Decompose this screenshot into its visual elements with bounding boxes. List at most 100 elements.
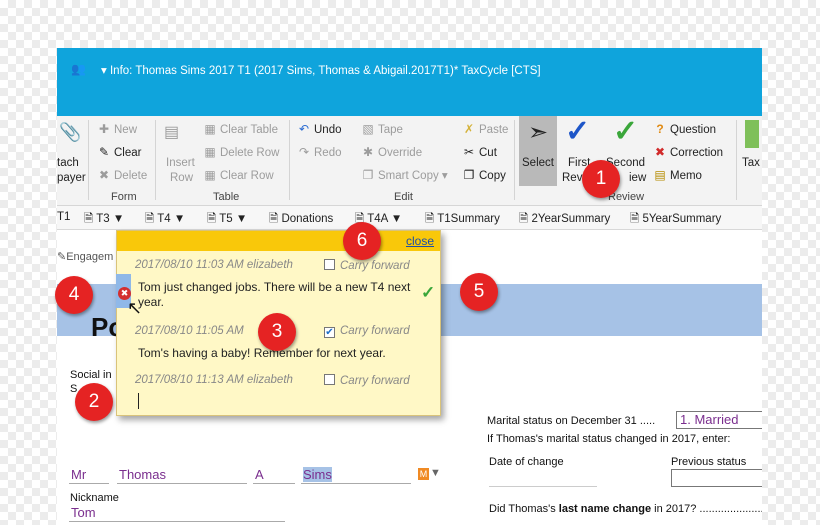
doc-icon: 🗎 [630,213,640,225]
undo-button[interactable]: ↶ Undo [297,122,342,136]
callout-5: 5 [460,273,498,311]
doc-icon: 🗎 [269,213,279,225]
engagement-link[interactable]: ✎Engagem [57,250,113,263]
last-name-change-question: Did Thomas's last name change in 2017? .… [489,503,762,515]
previous-status-field[interactable] [671,469,762,487]
clear-table-button[interactable]: ▦ Clear Table [203,122,278,136]
redo-button[interactable]: ↷ Redo [297,145,342,159]
memo-entry-1-text[interactable]: Tom just changed jobs. There will be a n… [138,280,428,310]
tab-t5[interactable]: 🗎 T5 ▼ [207,211,247,230]
memo-header [117,231,440,251]
callout-2: 2 [75,383,113,421]
correction-button[interactable]: ✖ Correction [653,145,723,159]
tab-2yearsummary[interactable]: 🗎 2YearSummary [519,211,610,230]
delete-row-icon: ▦ [204,145,216,159]
memo-entry-3-carry-forward[interactable]: Carry forward [324,374,410,387]
memo-close-link[interactable]: close [406,234,434,248]
cut-button[interactable]: ✂ Cut [462,145,497,159]
memo-entry-2-carry-forward[interactable]: ✔ Carry forward [324,325,410,338]
initial-field[interactable]: A [253,467,295,484]
override-button[interactable]: ✱ Override [361,145,422,159]
tab-dropdown-icon[interactable]: ▼ [391,213,402,225]
callout-4: 4 [55,276,93,314]
edit-group-label: Edit [394,191,413,203]
first-review-line2[interactable]: Rev [562,172,582,184]
select-button[interactable]: Select [522,157,554,169]
form-tabs: T1 🗎 T3 ▼ 🗎 T4 ▼ 🗎 T5 ▼ 🗎 Donations 🗎 T4… [57,206,762,230]
checkbox-checked-icon[interactable]: ✔ [324,327,335,338]
memo-entry-1-meta: 2017/08/10 11:03 AM elizabeth [135,259,293,271]
override-icon: ✱ [362,145,374,159]
memo-icon: ▤ [654,168,666,182]
insert-row-line2[interactable]: Row [170,172,193,184]
last-name-field[interactable]: Sims [301,467,411,484]
new-button[interactable]: ✚ New [97,122,137,136]
tab-t4[interactable]: 🗎 T4 ▼ [145,211,185,230]
tax-button[interactable]: Tax [742,157,760,169]
marital-status-field[interactable]: 1. Married [676,411,762,429]
second-review-check-icon[interactable]: ✓ [613,114,638,149]
people-icon[interactable]: 👥 [71,62,86,76]
pencil-icon: ✎ [57,251,67,263]
doc-icon: 🗎 [425,213,435,225]
new-form-icon: ✚ [98,122,110,136]
clear-row-button[interactable]: ▦ Clear Row [203,168,273,182]
memo-button[interactable]: ▤ Memo [653,168,702,182]
scissors-icon: ✂ [463,145,475,159]
reviewed-check-icon[interactable]: ✓ [421,283,435,303]
tab-dropdown-icon[interactable]: ▼ [113,213,124,225]
memo-flag-icon[interactable]: M [418,468,429,480]
date-of-change-field[interactable] [489,469,597,487]
cursor-icon[interactable]: ➣ [528,118,548,147]
tax-icon[interactable] [745,120,759,148]
tape-icon: ▧ [362,122,374,136]
window-title: ▾ Info: Thomas Sims 2017 T1 (2017 Sims, … [101,65,541,77]
tab-donations[interactable]: 🗎 Donations [269,211,333,230]
checkbox-unchecked-icon[interactable] [324,259,335,270]
tab-t1summary[interactable]: 🗎 T1Summary [425,211,500,230]
clear-form-icon: ✎ [98,145,110,159]
smart-copy-dropdown-icon[interactable]: ▾ [442,170,448,182]
doc-icon: 🗎 [84,213,94,225]
copy-button[interactable]: ❐ Copy [462,168,506,182]
tab-5yearsummary[interactable]: 🗎 5YearSummary [630,211,721,230]
memo-entry-3-input[interactable] [138,393,139,409]
question-button[interactable]: ? Question [653,122,716,136]
marital-status-label: Marital status on December 31 ..... [487,415,656,427]
tape-button[interactable]: ▧ Tape [361,122,403,136]
tab-dropdown-icon[interactable]: ▼ [174,213,185,225]
callout-1: 1 [582,160,620,198]
clear-table-icon: ▦ [204,122,216,136]
ribbon: 📎 tach payer ✚ New ✎ Clear ✖ Delete Form ▤ … [57,114,762,206]
form-group-label: Form [111,191,137,203]
first-review-check-icon[interactable]: ✓ [565,114,590,149]
delete-button[interactable]: ✖ Delete [97,168,147,182]
clear-button[interactable]: ✎ Clear [97,145,142,159]
insert-row-line1[interactable]: Insert [166,157,195,169]
checkbox-unchecked-icon[interactable] [324,374,335,385]
second-review-line2[interactable]: iew [629,172,646,184]
insert-row-icon[interactable]: ▤ [164,122,179,142]
attach-taxpayer-line1[interactable]: tach [57,157,79,169]
delete-form-icon: ✖ [98,168,110,182]
attach-taxpayer-line2[interactable]: payer [57,172,86,184]
memo-entry-1-carry-forward[interactable]: Carry forward [324,259,410,272]
nickname-field[interactable]: Tom [69,505,285,522]
delete-row-button[interactable]: ▦ Delete Row [203,145,279,159]
tab-dropdown-icon[interactable]: ▼ [236,213,247,225]
paste-button[interactable]: ✗ Paste [462,122,508,136]
smart-copy-button[interactable]: ❐ Smart Copy ▾ [361,168,448,182]
doc-icon: 🗎 [145,213,155,225]
first-name-field[interactable]: Thomas [117,467,247,484]
title-bar: 👥 ▾ Info: Thomas Sims 2017 T1 (2017 Sims… [57,48,762,116]
previous-status-label: Previous status [671,456,747,468]
attach-icon[interactable]: 📎 [59,122,81,143]
title-field[interactable]: Mr [69,467,109,484]
tab-t1[interactable]: T1 [57,211,70,223]
menu-arrow-icon[interactable]: ▾ [101,65,107,77]
correction-x-icon: ✖ [654,145,666,159]
paste-icon: ✗ [463,122,475,136]
last-name-dropdown-icon[interactable]: ▼ [430,467,441,479]
doc-icon: 🗎 [207,213,217,225]
tab-t3[interactable]: 🗎 T3 ▼ [84,211,124,230]
